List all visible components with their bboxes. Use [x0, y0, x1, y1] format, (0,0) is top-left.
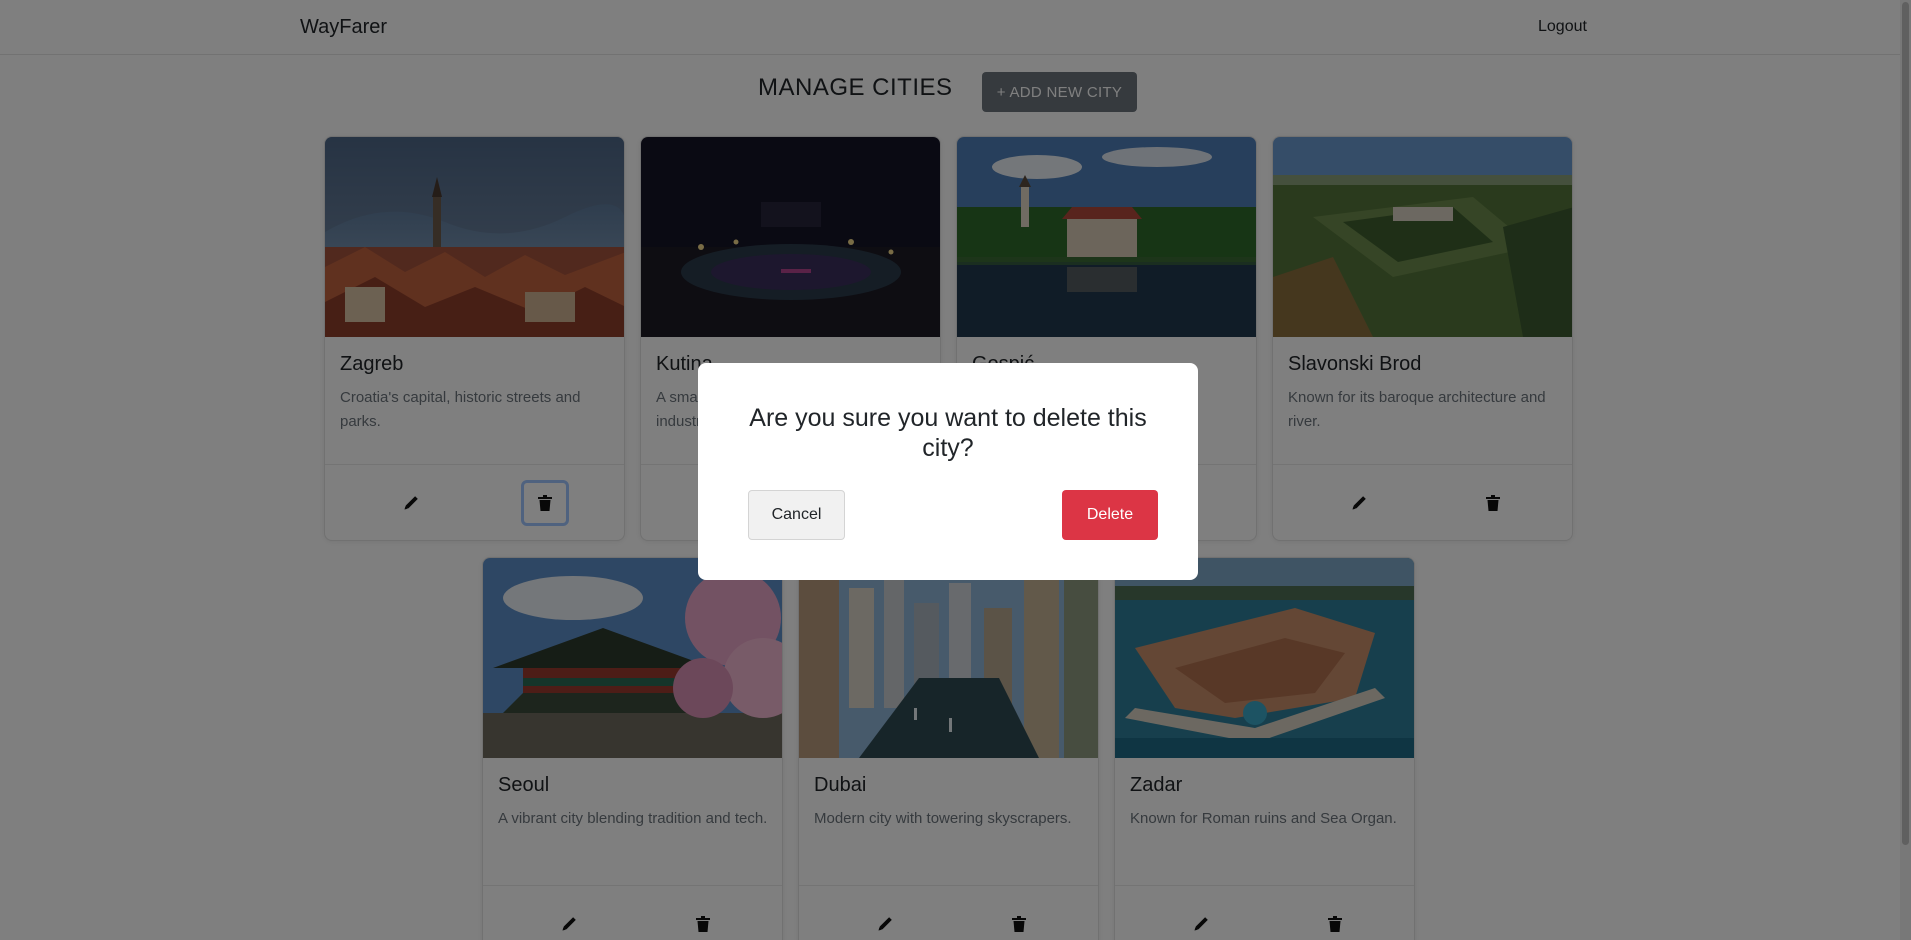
page: WayFarer Logout MANAGE CITIES + ADD NEW … [0, 0, 1911, 940]
cancel-button[interactable]: Cancel [748, 490, 845, 540]
dialog-message: Are you sure you want to delete this cit… [749, 404, 1147, 462]
confirm-delete-button[interactable]: Delete [1062, 490, 1158, 540]
delete-confirm-dialog: Are you sure you want to delete this cit… [698, 363, 1198, 580]
